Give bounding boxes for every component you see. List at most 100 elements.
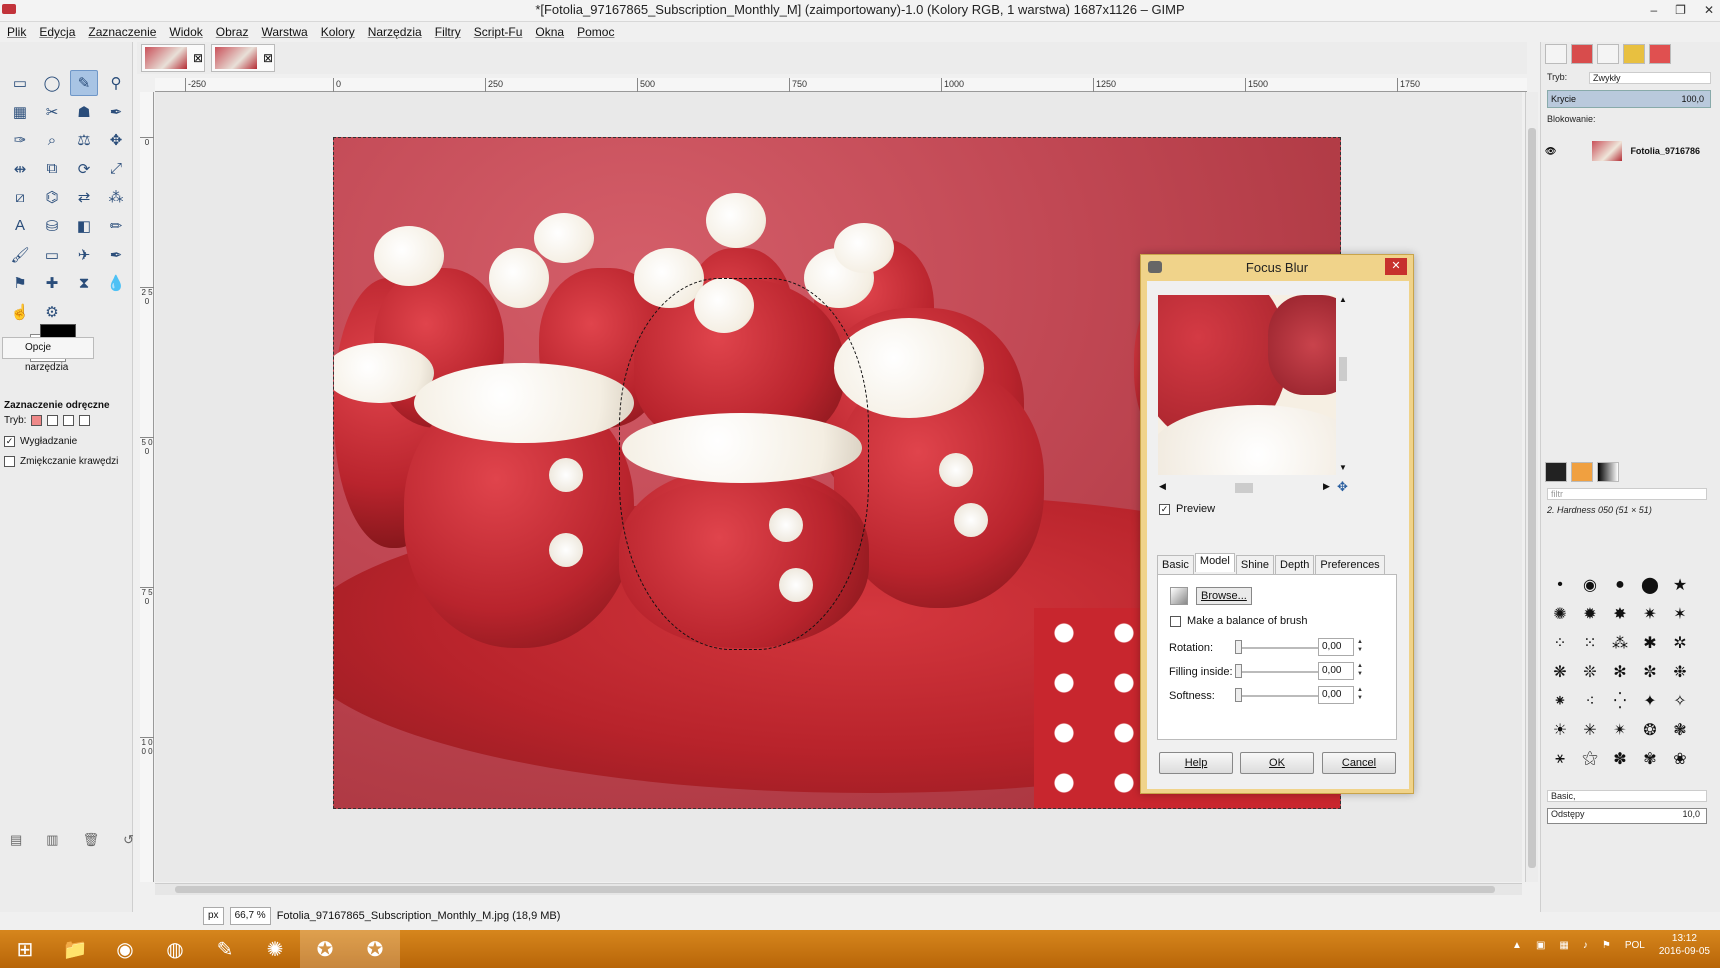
perspective-icon[interactable]: ⌬	[38, 184, 66, 210]
brush-preset-icon[interactable]: ⚹	[1547, 746, 1573, 772]
tab-tool-options[interactable]: Opcje narzędzia	[2, 337, 94, 373]
menu-script-fu[interactable]: Script-Fu	[474, 25, 523, 39]
layer-mode-select[interactable]: Zwykły	[1589, 72, 1711, 84]
zoom-icon[interactable]: ⌕	[38, 127, 66, 153]
ink-icon[interactable]: ✒	[102, 242, 130, 268]
eye-icon[interactable]: 👁	[1545, 146, 1556, 157]
brush-preset-icon[interactable]: ⁖	[1577, 688, 1603, 714]
airbrush-icon[interactable]: ✈	[70, 242, 98, 268]
maximize-button[interactable]: ❐	[1675, 0, 1686, 20]
foreground-select-icon[interactable]: ☗	[70, 99, 98, 125]
help-button[interactable]: Help	[1159, 752, 1233, 774]
color-select-icon[interactable]: ▦	[6, 99, 34, 125]
reset-options-icon[interactable]: ↺	[123, 832, 134, 848]
start-button-icon[interactable]: ⊞	[0, 930, 50, 968]
scroll-down-icon[interactable]: ▼	[1339, 463, 1347, 472]
tab-patterns-icon[interactable]	[1571, 462, 1593, 482]
tray-up-arrow-icon[interactable]: ▲	[1512, 940, 1522, 951]
rotation-slider-knob[interactable]	[1235, 640, 1242, 654]
paintbrush-icon[interactable]: 🖌	[6, 242, 34, 268]
brush-preset-icon[interactable]: ⁘	[1547, 630, 1573, 656]
scissors-icon[interactable]: ✂	[38, 99, 66, 125]
softness-slider-track[interactable]	[1235, 695, 1321, 697]
softness-slider-knob[interactable]	[1235, 688, 1242, 702]
menu-filtry[interactable]: Filtry	[435, 25, 461, 39]
color-picker-icon[interactable]: ✑	[6, 127, 34, 153]
shear-icon[interactable]: ⧄	[6, 184, 34, 210]
brush-preset-icon[interactable]: ✸	[1607, 601, 1633, 627]
brush-preset-icon[interactable]: ❋	[1547, 659, 1573, 685]
eraser-icon[interactable]: ▭	[38, 242, 66, 268]
brush-preset-icon[interactable]: ⁛	[1607, 688, 1633, 714]
close-button[interactable]: ✕	[1704, 0, 1714, 20]
dialog-close-button[interactable]: ✕	[1385, 258, 1407, 275]
volume-icon[interactable]: ♪	[1583, 940, 1588, 951]
rotation-slider-track[interactable]	[1235, 647, 1321, 649]
tab-model[interactable]: Model	[1194, 553, 1235, 572]
horizontal-scroll-thumb[interactable]	[175, 886, 1495, 893]
brush-preset-icon[interactable]: ❂	[1637, 717, 1663, 743]
brush-preset-icon[interactable]: ✲	[1667, 630, 1693, 656]
brush-preset-icon[interactable]: ✽	[1607, 746, 1633, 772]
unit-select[interactable]: px	[203, 907, 224, 925]
ellipse-select-icon[interactable]: ◯	[38, 70, 66, 96]
brush-preset-icon[interactable]: ✳	[1577, 717, 1603, 743]
vertical-scroll-thumb[interactable]	[1528, 128, 1536, 868]
tab-undo-icon[interactable]	[1623, 44, 1645, 64]
scroll-right-icon[interactable]: ▶	[1323, 481, 1330, 492]
clone-icon[interactable]: ⚑	[6, 270, 34, 296]
preview-scroll-thumb[interactable]	[1339, 357, 1347, 381]
align-icon[interactable]: ⇹	[6, 156, 34, 182]
clock[interactable]: 13:12 2016-09-05	[1659, 932, 1710, 958]
menu-warstwa[interactable]: Warstwa	[261, 25, 307, 39]
blur-icon[interactable]: 💧	[102, 270, 130, 296]
perspective-clone-icon[interactable]: ⧗	[70, 270, 98, 296]
tab-brushes-icon[interactable]	[1545, 462, 1567, 482]
brush-preset-icon[interactable]: ⬤	[1637, 572, 1663, 598]
file-explorer-icon[interactable]: 📁	[50, 930, 100, 968]
notepad-icon[interactable]: ✎	[200, 930, 250, 968]
preview-vscroll[interactable]: ▲ ▼	[1339, 295, 1349, 475]
balance-checkbox[interactable]	[1170, 615, 1181, 627]
menu-pomoc[interactable]: Pomoc	[577, 25, 614, 39]
close-tab-icon[interactable]: ⊠	[263, 51, 273, 65]
tab-shine[interactable]: Shine	[1235, 555, 1275, 574]
paths-icon[interactable]: ✒	[102, 99, 130, 125]
ok-button[interactable]: OK	[1240, 752, 1314, 774]
filling-input[interactable]: 0,00	[1318, 662, 1354, 680]
image-tab-1[interactable]: ⊠	[141, 44, 205, 72]
crop-icon[interactable]: ⧉	[38, 156, 66, 182]
free-select-icon[interactable]: ✎	[70, 70, 98, 96]
brush-preset-icon[interactable]: ✺	[1547, 601, 1573, 627]
dodge-icon[interactable]: ⚙	[38, 299, 66, 325]
spacing-slider[interactable]: Odstępy 10,0	[1547, 808, 1707, 824]
feather-checkbox[interactable]	[4, 456, 15, 467]
brush-preset-icon[interactable]: ⚝	[1577, 746, 1603, 772]
brush-preset-icon[interactable]: ⁂	[1607, 630, 1633, 656]
zoom-select[interactable]: 66,7 %	[229, 907, 271, 925]
rotate-icon[interactable]: ⟳	[70, 156, 98, 182]
move-icon[interactable]: ✥	[102, 127, 130, 153]
firefox-icon[interactable]: ◍	[150, 930, 200, 968]
paint-icon[interactable]: ✺	[250, 930, 300, 968]
brush-preset-select[interactable]: Basic,	[1547, 790, 1707, 802]
menu-narzedzia[interactable]: Narzędzia	[368, 25, 422, 39]
scale-icon[interactable]: ⤢	[102, 156, 130, 182]
network-icon[interactable]: ▦	[1559, 940, 1568, 951]
delete-options-icon[interactable]: 🗑	[83, 832, 100, 848]
pencil-icon[interactable]: ✏	[102, 213, 130, 239]
tab-depth[interactable]: Depth	[1275, 555, 1315, 574]
softness-input[interactable]: 0,00	[1318, 686, 1354, 704]
scroll-up-icon[interactable]: ▲	[1339, 295, 1347, 304]
brush-preset-icon[interactable]: •	[1547, 572, 1573, 598]
language-indicator[interactable]: POL	[1625, 940, 1645, 951]
brush-filter-input[interactable]: filtr	[1547, 488, 1707, 500]
menu-zaznaczenie[interactable]: Zaznaczenie	[88, 25, 156, 39]
opacity-slider[interactable]: Krycie 100,0	[1547, 90, 1711, 108]
brush-preset-icon[interactable]: ✷	[1637, 601, 1663, 627]
brush-preset-icon[interactable]: ●	[1607, 572, 1633, 598]
filling-slider-track[interactable]	[1235, 671, 1321, 673]
vertical-scrollbar[interactable]	[1525, 92, 1538, 882]
gimp-taskbar-icon-2[interactable]: ✪	[350, 930, 400, 968]
tab-preferences[interactable]: Preferences	[1315, 555, 1385, 574]
